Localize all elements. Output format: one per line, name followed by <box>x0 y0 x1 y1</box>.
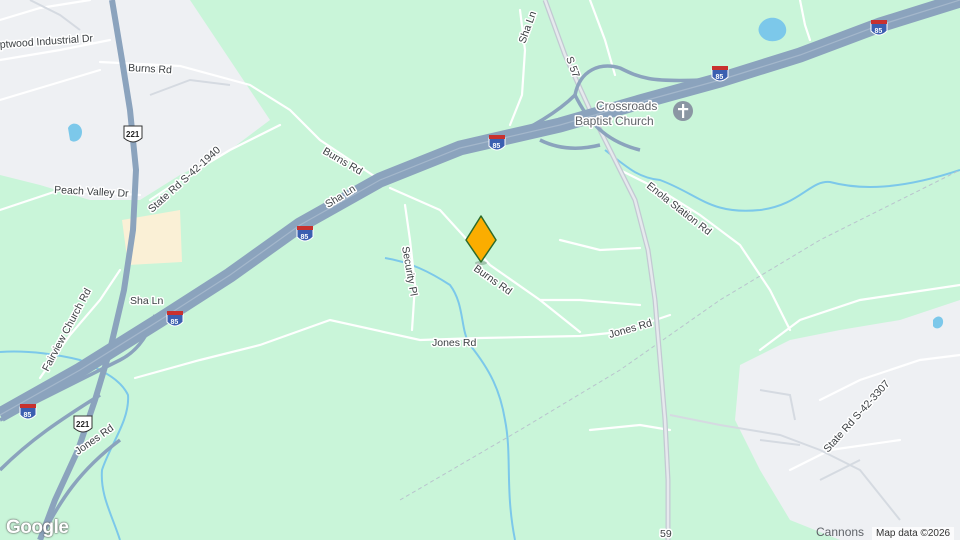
i85-shield: 85 <box>166 311 184 327</box>
ramp-nw <box>539 138 601 151</box>
label-burns-rd-mid: Burns Rd <box>321 145 365 177</box>
map-pin-icon[interactable] <box>465 215 497 265</box>
creek-central <box>384 257 516 540</box>
road-burns-rd-east <box>388 186 582 334</box>
label-security-pl: Security Pl <box>399 245 420 297</box>
church-icon <box>673 101 693 121</box>
label-s57: S 57 <box>563 55 582 80</box>
pond-north <box>758 17 787 42</box>
poi-crossroads-baptist-church[interactable]: Crossroads Baptist Church <box>574 98 693 130</box>
google-logo: Google <box>6 517 69 538</box>
label-rd-59: 59 <box>660 528 672 540</box>
map-layer: ptwood Industrial Dr Burns Rd Burns Rd B… <box>0 0 960 540</box>
i85-shield-label: 85 <box>493 143 501 150</box>
i85-shield-label: 85 <box>875 28 883 35</box>
i85-shield-label: 85 <box>171 319 179 326</box>
road-s57-inner <box>543 0 670 540</box>
map-canvas[interactable]: ptwood Industrial Dr Burns Rd Burns Rd B… <box>0 0 960 540</box>
i85-shield: 85 <box>870 20 888 36</box>
i85-shield: 85 <box>488 135 506 151</box>
map-attribution[interactable]: Map data ©2026 <box>872 527 955 540</box>
i85-shield-label: 85 <box>24 412 32 419</box>
label-peach-valley: Peach Valley Dr <box>54 184 130 200</box>
label-burns-rd-west: Burns Rd <box>128 62 172 76</box>
i85-shield: 85 <box>711 66 729 82</box>
us221-shield-label: 221 <box>76 420 90 429</box>
i85-shield: 85 <box>296 226 314 242</box>
i85-shield-label: 85 <box>301 234 309 241</box>
label-sha-ln-west: Sha Ln <box>130 295 163 307</box>
i85-shield: 85 <box>19 404 37 420</box>
us221-shield: 221 <box>123 125 143 143</box>
label-jones-rd-mid: Jones Rd <box>432 337 477 349</box>
poi-church-name-line2: Baptist Church <box>575 114 654 128</box>
road-jones-rd <box>133 313 672 380</box>
label-jones-rd-east: Jones Rd <box>608 317 654 341</box>
i85-shield-label: 85 <box>716 74 724 81</box>
us221-shield-label: 221 <box>126 130 140 139</box>
city-label-cannons: Cannons <box>816 525 865 539</box>
poi-church-name-line1: Crossroads <box>596 99 657 113</box>
creek-east <box>604 149 960 212</box>
us221-shield: 221 <box>73 415 93 433</box>
